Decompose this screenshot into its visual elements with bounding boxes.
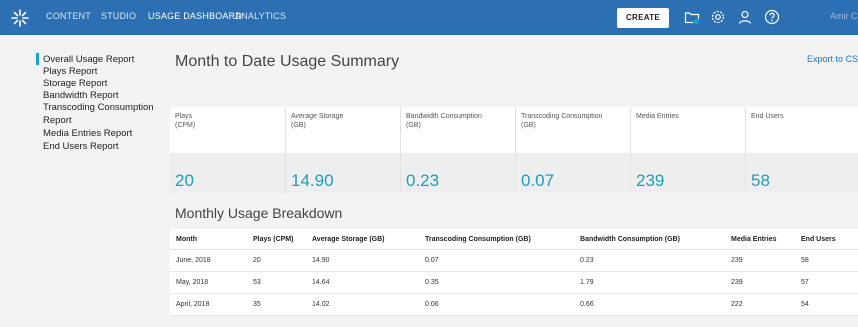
column-header-average-storage[interactable]: Average Storage (GB) (306, 229, 419, 250)
column-header-end-users[interactable]: End Users (795, 229, 858, 250)
table-cell: 0.06 (419, 293, 574, 316)
table-cell: 14.64 (306, 271, 419, 294)
table-cell: 53 (247, 271, 306, 294)
summary-card-transcoding-consumption: Transcoding Consumption (GB) 0.07 (515, 107, 631, 193)
user-icon[interactable] (737, 9, 753, 25)
column-header-media-entries[interactable]: Media Entries (725, 229, 795, 250)
summary-card-value: 0.23 (406, 171, 440, 190)
table-cell: 1.79 (574, 271, 725, 294)
nav-content[interactable]: CONTENT (46, 11, 91, 21)
summary-card-label: Media Entries (636, 113, 679, 120)
summary-card-label: Plays (CPM) (175, 113, 196, 129)
page-title: Month to Date Usage Summary (175, 53, 400, 70)
column-header-bandwidth-consumption[interactable]: Bandwidth Consumption (GB) (574, 229, 725, 250)
sidebar-item-bandwidth-report[interactable]: Bandwidth Report (43, 90, 119, 101)
table-cell: 20 (247, 249, 306, 272)
table-cell: May, 2018 (170, 271, 247, 294)
table-cell: 222 (725, 293, 795, 316)
table-cell: 35 (247, 293, 306, 316)
summary-card-label: Transcoding Consumption (GB) (521, 113, 603, 129)
table-header-row: Month Plays (CPM) Average Storage (GB) T… (170, 229, 858, 250)
summary-card-value: 58 (751, 171, 770, 190)
sidebar-item-overall-usage-report[interactable]: Overall Usage Report (43, 54, 134, 65)
column-header-month[interactable]: Month (170, 229, 247, 250)
nav-usage-dashboard[interactable]: USAGE DASHBOARD (148, 11, 242, 21)
table-cell: 239 (725, 271, 795, 294)
table-cell: 14.90 (306, 249, 419, 272)
summary-card-value: 239 (636, 171, 665, 190)
table-cell: 239 (725, 249, 795, 272)
table-cell: April, 2018 (170, 293, 247, 316)
table-cell: 0.66 (574, 293, 725, 316)
summary-card-value: 14.90 (291, 171, 334, 190)
summary-card-value: 0.07 (521, 171, 555, 190)
breakdown-title: Monthly Usage Breakdown (175, 205, 343, 221)
table-row: April, 2018 35 14.02 0.06 0.66 222 54 (170, 293, 858, 316)
sidebar-item-plays-report[interactable]: Plays Report (43, 66, 97, 77)
help-icon[interactable] (764, 9, 780, 25)
summary-card-end-users: End Users 58 (745, 107, 858, 193)
active-item-marker (36, 53, 39, 65)
table-cell: 0.23 (574, 249, 725, 272)
sidebar-item-transcoding-consumption-report-line2[interactable]: Report (43, 115, 72, 126)
kaltura-logo-icon[interactable] (10, 8, 30, 28)
summary-card-value: 20 (175, 171, 194, 190)
user-name[interactable]: Amir Chervinsky (830, 11, 858, 21)
table-cell: 14.02 (306, 293, 419, 316)
table-cell: 58 (795, 249, 858, 272)
table-cell: 0.35 (419, 271, 574, 294)
column-header-transcoding-consumption[interactable]: Transcoding Consumption (GB) (419, 229, 574, 250)
sidebar-item-end-users-report[interactable]: End Users Report (43, 141, 119, 152)
summary-card-average-storage: Average Storage (GB) 14.90 (285, 107, 401, 193)
sidebar-item-storage-report[interactable]: Storage Report (43, 78, 107, 89)
summary-card-media-entries: Media Entries 239 (630, 107, 746, 193)
summary-card-plays: Plays (CPM) 20 (170, 107, 285, 193)
nav-analytics[interactable]: ANALYTICS (235, 11, 286, 21)
table-cell: June, 2018 (170, 249, 247, 272)
sidebar-item-media-entries-report[interactable]: Media Entries Report (43, 128, 132, 139)
table-row: May, 2018 53 14.64 0.35 1.79 239 57 (170, 271, 858, 294)
summary-card-bandwidth-consumption: Bandwidth Consumption (GB) 0.23 (400, 107, 516, 193)
create-button[interactable]: CREATE (617, 8, 669, 28)
top-nav-bar: CONTENT STUDIO USAGE DASHBOARD ANALYTICS… (0, 0, 858, 35)
summary-cards: Plays (CPM) 20 Average Storage (GB) 14.9… (170, 107, 858, 193)
table-cell: 0.07 (419, 249, 574, 272)
table-cell: 57 (795, 271, 858, 294)
nav-studio[interactable]: STUDIO (101, 11, 136, 21)
upload-folder-icon[interactable] (684, 9, 700, 25)
summary-card-label: Bandwidth Consumption (GB) (406, 113, 482, 129)
monthly-breakdown-table: Month Plays (CPM) Average Storage (GB) T… (170, 229, 858, 316)
export-to-csv-link[interactable]: Export to CSV (807, 54, 858, 64)
table-cell: 54 (795, 293, 858, 316)
table-row: June, 2018 20 14.90 0.07 0.23 239 58 (170, 249, 858, 272)
sidebar-item-transcoding-consumption-report[interactable]: Transcoding Consumption (43, 102, 154, 113)
summary-card-label: Average Storage (GB) (291, 113, 344, 129)
summary-card-label: End Users (751, 113, 784, 120)
settings-gear-icon[interactable] (710, 9, 726, 25)
column-header-plays[interactable]: Plays (CPM) (247, 229, 306, 250)
